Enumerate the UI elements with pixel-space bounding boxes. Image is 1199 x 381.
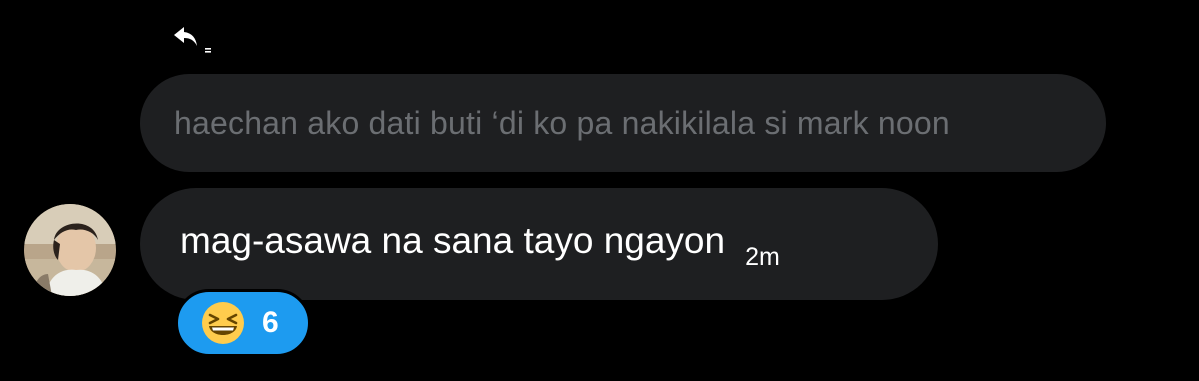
message-bubble[interactable]: mag-asawa na sana tayo ngayon 2m <box>140 188 938 300</box>
reply-arrow-icon <box>174 27 211 53</box>
user-avatar-image <box>24 204 116 296</box>
quoted-message-bubble[interactable]: haechan ako dati buti ‘di ko pa nakikila… <box>140 74 1106 172</box>
reaction-badge[interactable]: 6 <box>175 289 311 357</box>
reaction-count: 6 <box>262 306 279 339</box>
avatar[interactable] <box>24 204 116 296</box>
quoted-message-text: haechan ako dati buti ‘di ko pa nakikila… <box>174 104 950 141</box>
message-text: mag-asawa na sana tayo ngayon <box>180 220 726 261</box>
reply-indicator <box>172 24 220 56</box>
message-timestamp: 2m <box>745 242 780 271</box>
grinning-squinting-face-icon <box>202 302 244 344</box>
